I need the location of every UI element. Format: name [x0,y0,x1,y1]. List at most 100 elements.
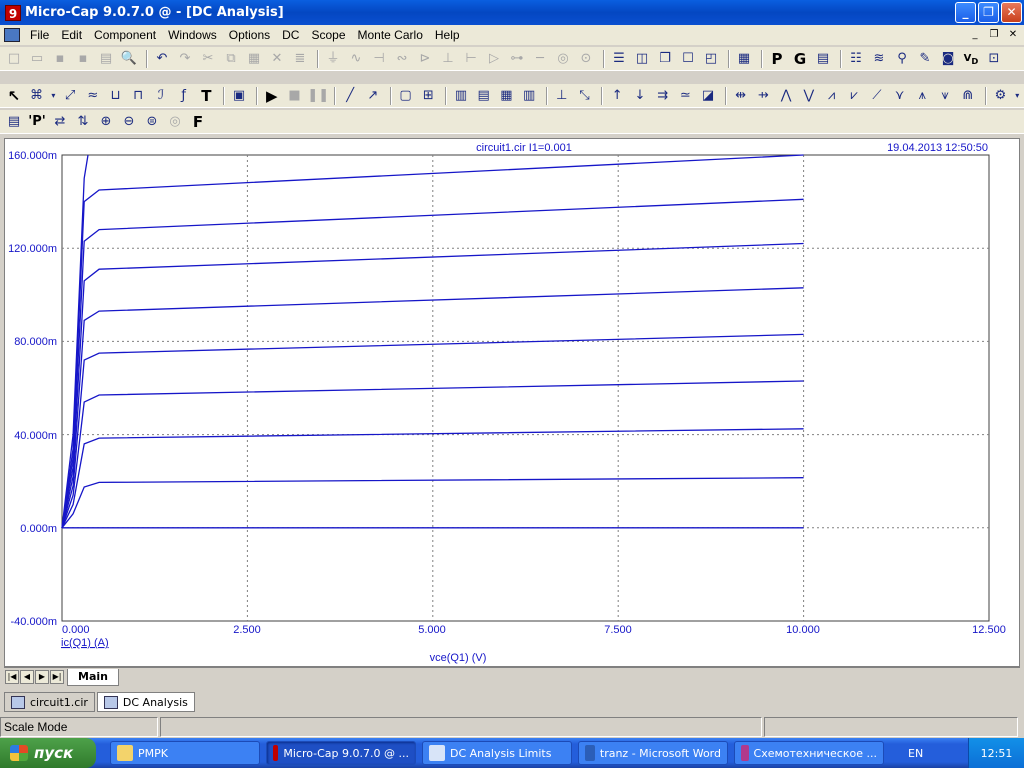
vd-icon[interactable]: VD [961,49,981,69]
info-list-icon[interactable]: ☷ [846,49,866,69]
task-word[interactable]: tranz - Microsoft Word [578,741,728,765]
npn-transistor-icon[interactable]: ⊢ [461,49,481,69]
high-icon[interactable]: ⩘ [822,86,842,106]
baseline-icon[interactable]: ⊥ [552,86,572,106]
save-all-icon[interactable]: ▪ [73,49,93,69]
horizontal-lines-icon[interactable]: ▤ [474,86,494,106]
select-arrow-icon[interactable]: ↖ [4,86,24,106]
pen-icon[interactable]: ✎ [915,49,935,69]
line-tool-icon[interactable]: ╱ [340,86,360,106]
split-window-icon[interactable]: ◰ [701,49,721,69]
battery-icon[interactable]: ⊥ [438,49,458,69]
dropdown-arrow-icon[interactable]: ▾ [1013,86,1021,106]
menu-scope[interactable]: Scope [305,25,351,45]
grid-icon[interactable]: ⊞ [418,86,438,106]
x-axis-label[interactable]: vce(Q1) (V) [430,652,487,664]
trace-up-icon[interactable]: ↑ [607,86,627,106]
trace-down-icon[interactable]: ↓ [630,86,650,106]
mdi-close-button[interactable]: ✕ [1005,28,1021,42]
scale-icon[interactable]: ⤢ [60,86,80,106]
properties-icon[interactable]: ▣ [229,86,249,106]
switch-icon[interactable]: ⊶ [507,49,527,69]
slope-icon[interactable]: ⟋ [867,86,887,106]
undo-icon[interactable]: ↶ [152,49,172,69]
inductor-icon[interactable]: ∾ [392,49,412,69]
start-button[interactable]: пуск [0,738,96,768]
columns-icon[interactable]: ▥ [519,86,539,106]
first-page-button[interactable]: |◀ [5,670,19,684]
cursor-diagonal-icon[interactable]: ⤡ [575,86,595,106]
global-low-icon[interactable]: ⩛ [935,86,955,106]
tile-horizontal-icon[interactable]: ☰ [609,49,629,69]
menu-file[interactable]: File [24,25,55,45]
pause-icon[interactable]: ❚❚ [307,86,329,106]
dropdown-arrow-icon[interactable]: ▾ [49,86,57,106]
numeric-table-icon[interactable]: ▤ [4,112,24,132]
p-key-icon[interactable]: 'P' [27,112,47,132]
text-block-icon[interactable]: ≣ [290,49,310,69]
arrow-line-icon[interactable]: ↗ [363,86,383,106]
run-icon[interactable]: ▶ [262,86,282,106]
g-icon[interactable]: G [790,49,810,69]
zoom-fit-icon[interactable]: ⊜ [142,112,162,132]
bracket-icon[interactable]: ⊔ [106,86,126,106]
zoom-in-icon[interactable]: ⊕ [96,112,116,132]
delete-icon[interactable]: ✕ [267,49,287,69]
component-mode-icon[interactable]: ⌘ [27,86,47,106]
next-page-button[interactable]: ▶ [35,670,49,684]
dc-analysis-plot[interactable]: circuit1.cir I1=0.001 19.04.2013 12:50:5… [4,138,1020,667]
diode-icon[interactable]: ⊳ [415,49,435,69]
task-microcap[interactable]: Micro-Cap 9.0.7.0 @ ... [266,741,416,765]
zoom-box-icon[interactable]: ⊡ [984,49,1004,69]
top-icon[interactable]: ⋒ [958,86,978,106]
close-button[interactable]: ✕ [1001,2,1022,23]
cursor-left-icon[interactable]: ⇹ [731,86,751,106]
opamp-icon[interactable]: ▷ [484,49,504,69]
system-tray-clock[interactable]: 12:51 [968,738,1024,768]
fc-icon[interactable]: ƒ [174,86,194,106]
resistor-icon[interactable]: ∿ [346,49,366,69]
font-icon[interactable]: F [188,112,208,132]
component-view-icon[interactable]: ◙ [938,49,958,69]
label-icon[interactable]: ℐ [151,86,171,106]
document-icon[interactable] [4,28,20,42]
wire-icon[interactable]: ─ [530,49,550,69]
stop-icon[interactable]: ■ [285,86,305,106]
save-icon[interactable]: ▪ [50,49,70,69]
wave-select-icon[interactable]: ≈ [83,86,103,106]
tab-main[interactable]: Main [67,668,119,686]
window-icon[interactable]: ☐ [678,49,698,69]
waveform-icon[interactable]: ≋ [869,49,889,69]
global-high-icon[interactable]: ⩚ [912,86,932,106]
print-icon[interactable]: ▤ [96,49,116,69]
doctab-circuit[interactable]: circuit1.cir [4,692,95,712]
copy-icon[interactable]: ⧉ [221,49,241,69]
current-source-icon[interactable]: ⊙ [576,49,596,69]
probe-icon[interactable]: ⚲ [892,49,912,69]
low-icon[interactable]: ⩗ [844,86,864,106]
last-page-button[interactable]: ▶| [50,670,64,684]
redo-icon[interactable]: ↷ [175,49,195,69]
inflection-icon[interactable]: ⋎ [890,86,910,106]
task-pmpk[interactable]: PMPK [110,741,260,765]
scale-x-icon[interactable]: ⇄ [50,112,70,132]
print-preview-icon[interactable]: 🔍 [119,49,139,69]
mdi-minimize-button[interactable]: _ [967,28,983,42]
valley-icon[interactable]: ⋁ [799,86,819,106]
trace-right-icon[interactable]: ⇉ [653,86,673,106]
text-tool-icon[interactable]: T [197,86,217,106]
minimize-button[interactable]: _ [955,2,976,23]
scale-y-icon[interactable]: ⇅ [73,112,93,132]
prev-page-button[interactable]: ◀ [20,670,34,684]
doctab-dc-analysis[interactable]: DC Analysis [96,692,195,712]
mdi-restore-button[interactable]: ❐ [986,28,1002,42]
node-icon[interactable]: ⊓ [128,86,148,106]
cut-icon[interactable]: ✂ [198,49,218,69]
menu-component[interactable]: Component [88,25,162,45]
calculator-icon[interactable]: ▦ [734,49,754,69]
language-indicator[interactable]: EN [908,747,923,760]
capacitor-icon[interactable]: ⊣ [369,49,389,69]
tools-icon[interactable]: ⚙ [991,86,1011,106]
restore-button[interactable]: ❐ [978,2,999,23]
tile-vertical-icon[interactable]: ◫ [632,49,652,69]
